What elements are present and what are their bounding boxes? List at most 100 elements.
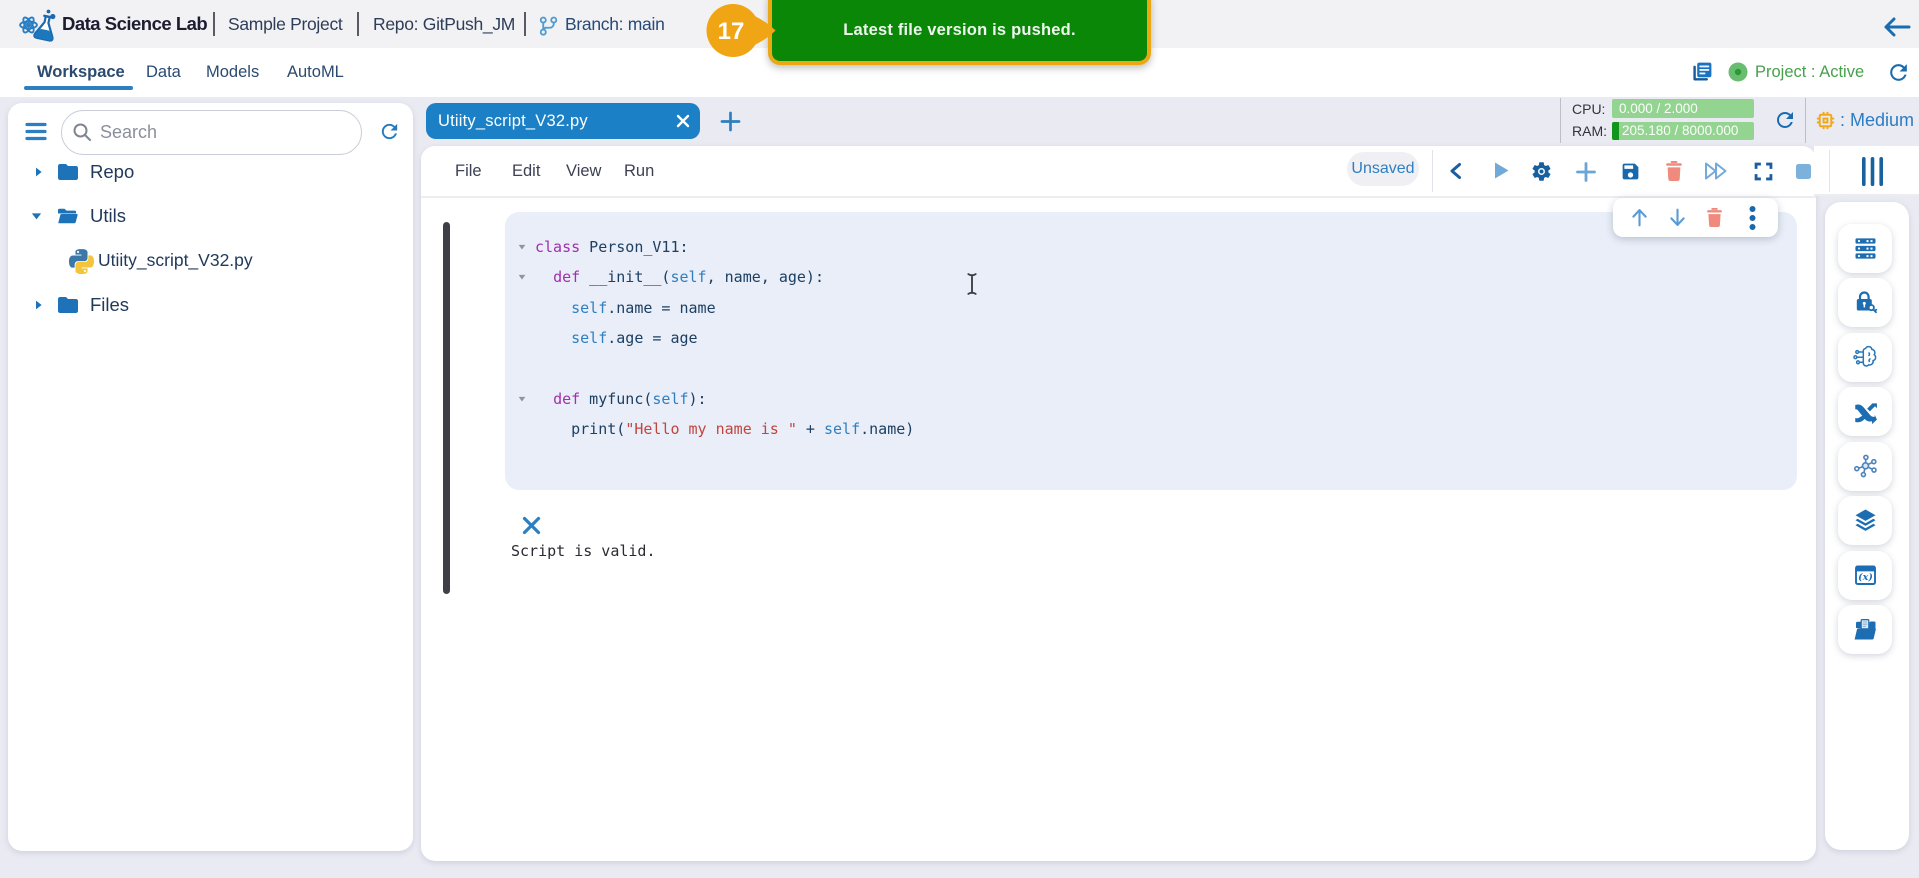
folder-icon: [56, 293, 80, 317]
layers-button[interactable]: [1838, 496, 1892, 545]
new-tab-icon[interactable]: [720, 111, 741, 132]
project-docs-icon[interactable]: [1690, 60, 1714, 84]
project-name: Sample Project: [228, 14, 342, 35]
step-back-icon[interactable]: [1447, 162, 1465, 180]
cell-more-options-icon[interactable]: [1747, 205, 1758, 231]
ram-meter: 205.180 / 8000.000: [1612, 122, 1754, 141]
tab-automl[interactable]: AutoML: [287, 48, 344, 97]
tools-rail: (x): [1825, 202, 1909, 850]
tree-item-label[interactable]: Utils: [90, 205, 126, 227]
toast-notification: Latest file version is pushed.: [768, 0, 1151, 65]
menu-file[interactable]: File: [455, 146, 482, 196]
resources-divider: [1560, 98, 1561, 143]
chevron-down-icon[interactable]: [28, 208, 45, 224]
code-line[interactable]: self.name = name: [535, 293, 914, 323]
code-cell[interactable]: class Person_V11: def __init__(self, nam…: [505, 212, 1797, 490]
tab-data[interactable]: Data: [146, 48, 181, 97]
add-cell-icon[interactable]: [1576, 162, 1596, 182]
code-line[interactable]: def myfunc(self):: [535, 384, 914, 414]
run-play-icon[interactable]: [1493, 161, 1510, 180]
build-gear-icon[interactable]: [1530, 160, 1553, 183]
chevron-right-icon[interactable]: [31, 164, 46, 180]
cpu-chip-icon: [1814, 109, 1837, 132]
text-cursor-pointer: [966, 272, 978, 296]
datasets-button[interactable]: [1838, 224, 1892, 273]
editor-menu-bar: File Edit View Run Unsaved: [421, 146, 1816, 198]
cpu-value: 0.000 / 2.000: [1619, 101, 1698, 116]
ml-models-button[interactable]: [1838, 333, 1892, 382]
back-arrow-icon[interactable]: [1882, 15, 1912, 39]
cpu-meter: 0.000 / 2.000: [1612, 99, 1754, 118]
file-tab-label: Utiity_script_V32.py: [438, 112, 588, 131]
instance-size-label: : Medium: [1840, 98, 1914, 143]
header-separator: [213, 12, 215, 36]
pipeline-button[interactable]: [1838, 442, 1892, 491]
ram-label: RAM:: [1572, 122, 1607, 141]
fullscreen-icon[interactable]: [1753, 161, 1774, 182]
tree-item-label[interactable]: Files: [90, 294, 129, 316]
security-button[interactable]: [1838, 278, 1892, 327]
network-hub-icon: [1852, 453, 1879, 480]
cell-output-text: Script is valid.: [511, 542, 656, 560]
delete-cell-icon[interactable]: [1705, 207, 1724, 228]
ram-value: 205.180 / 8000.000: [1622, 123, 1738, 138]
search-icon: [72, 122, 92, 142]
fold-arrow-icon[interactable]: [517, 394, 527, 404]
brain-circuit-icon: [1852, 344, 1879, 371]
code-line[interactable]: print("Hello my name is " + self.name): [535, 414, 914, 444]
delete-trash-icon[interactable]: [1664, 160, 1684, 182]
menu-view[interactable]: View: [566, 146, 601, 196]
open-file-tab[interactable]: Utiity_script_V32.py: [426, 103, 700, 139]
step-badge: 17: [705, 3, 777, 59]
code-line[interactable]: self.age = age: [535, 323, 914, 353]
save-status-label: Unsaved: [1351, 160, 1414, 178]
hamburger-menu-icon[interactable]: [25, 121, 47, 142]
file-explorer-panel: Repo Utils Utiity_script_V32.py Files: [8, 103, 413, 851]
header-separator: [357, 12, 359, 36]
toolbar-divider: [1432, 150, 1433, 192]
result-close-icon[interactable]: [522, 516, 541, 535]
fold-arrow-icon[interactable]: [517, 272, 527, 282]
code-line[interactable]: [535, 354, 914, 384]
resources-refresh-icon[interactable]: [1773, 108, 1797, 132]
layers-icon: [1852, 507, 1879, 534]
project-status-dot: [1728, 62, 1748, 82]
app-logo-icon: [16, 5, 64, 47]
search-input[interactable]: [61, 110, 362, 155]
git-branch-icon: [538, 15, 559, 37]
save-status-badge: Unsaved: [1347, 152, 1419, 186]
chevron-right-icon[interactable]: [31, 297, 46, 313]
tree-item-label[interactable]: Utiity_script_V32.py: [98, 250, 253, 271]
move-cell-up-icon[interactable]: [1629, 207, 1650, 228]
shuffle-button[interactable]: [1838, 387, 1892, 436]
menu-edit[interactable]: Edit: [512, 146, 540, 196]
stop-icon[interactable]: [1796, 164, 1811, 179]
step-badge-number: 17: [718, 18, 745, 45]
project-refresh-icon[interactable]: [1886, 60, 1911, 85]
code-editor-text[interactable]: class Person_V11: def __init__(self, nam…: [535, 232, 914, 445]
fast-forward-icon[interactable]: [1704, 162, 1731, 180]
panel-columns-icon[interactable]: [1861, 157, 1884, 186]
toolbar-extension: [1814, 146, 1919, 196]
close-tab-icon[interactable]: [676, 114, 690, 128]
editor-panel: File Edit View Run Unsaved class Person_…: [421, 146, 1816, 861]
repo-label: Repo: GitPush_JM: [373, 14, 515, 35]
explorer-refresh-icon[interactable]: [378, 120, 401, 143]
move-cell-down-icon[interactable]: [1667, 207, 1688, 228]
toolbar-divider: [1829, 150, 1830, 192]
python-file-icon: [69, 249, 94, 274]
file-browser-button[interactable]: [1838, 605, 1892, 654]
tree-item-label[interactable]: Repo: [90, 161, 134, 183]
cpu-label: CPU:: [1572, 99, 1605, 118]
resources-divider: [1805, 98, 1806, 143]
fold-arrow-icon[interactable]: [517, 242, 527, 252]
variables-button[interactable]: (x): [1838, 551, 1892, 600]
ram-meter-fill: [1612, 122, 1619, 141]
tab-models[interactable]: Models: [206, 48, 259, 97]
header-separator: [524, 12, 526, 36]
code-line[interactable]: def __init__(self, name, age):: [535, 262, 914, 292]
menu-run[interactable]: Run: [624, 146, 654, 196]
toast-message: Latest file version is pushed.: [843, 21, 1075, 40]
save-icon[interactable]: [1620, 161, 1641, 182]
code-line[interactable]: class Person_V11:: [535, 232, 914, 262]
